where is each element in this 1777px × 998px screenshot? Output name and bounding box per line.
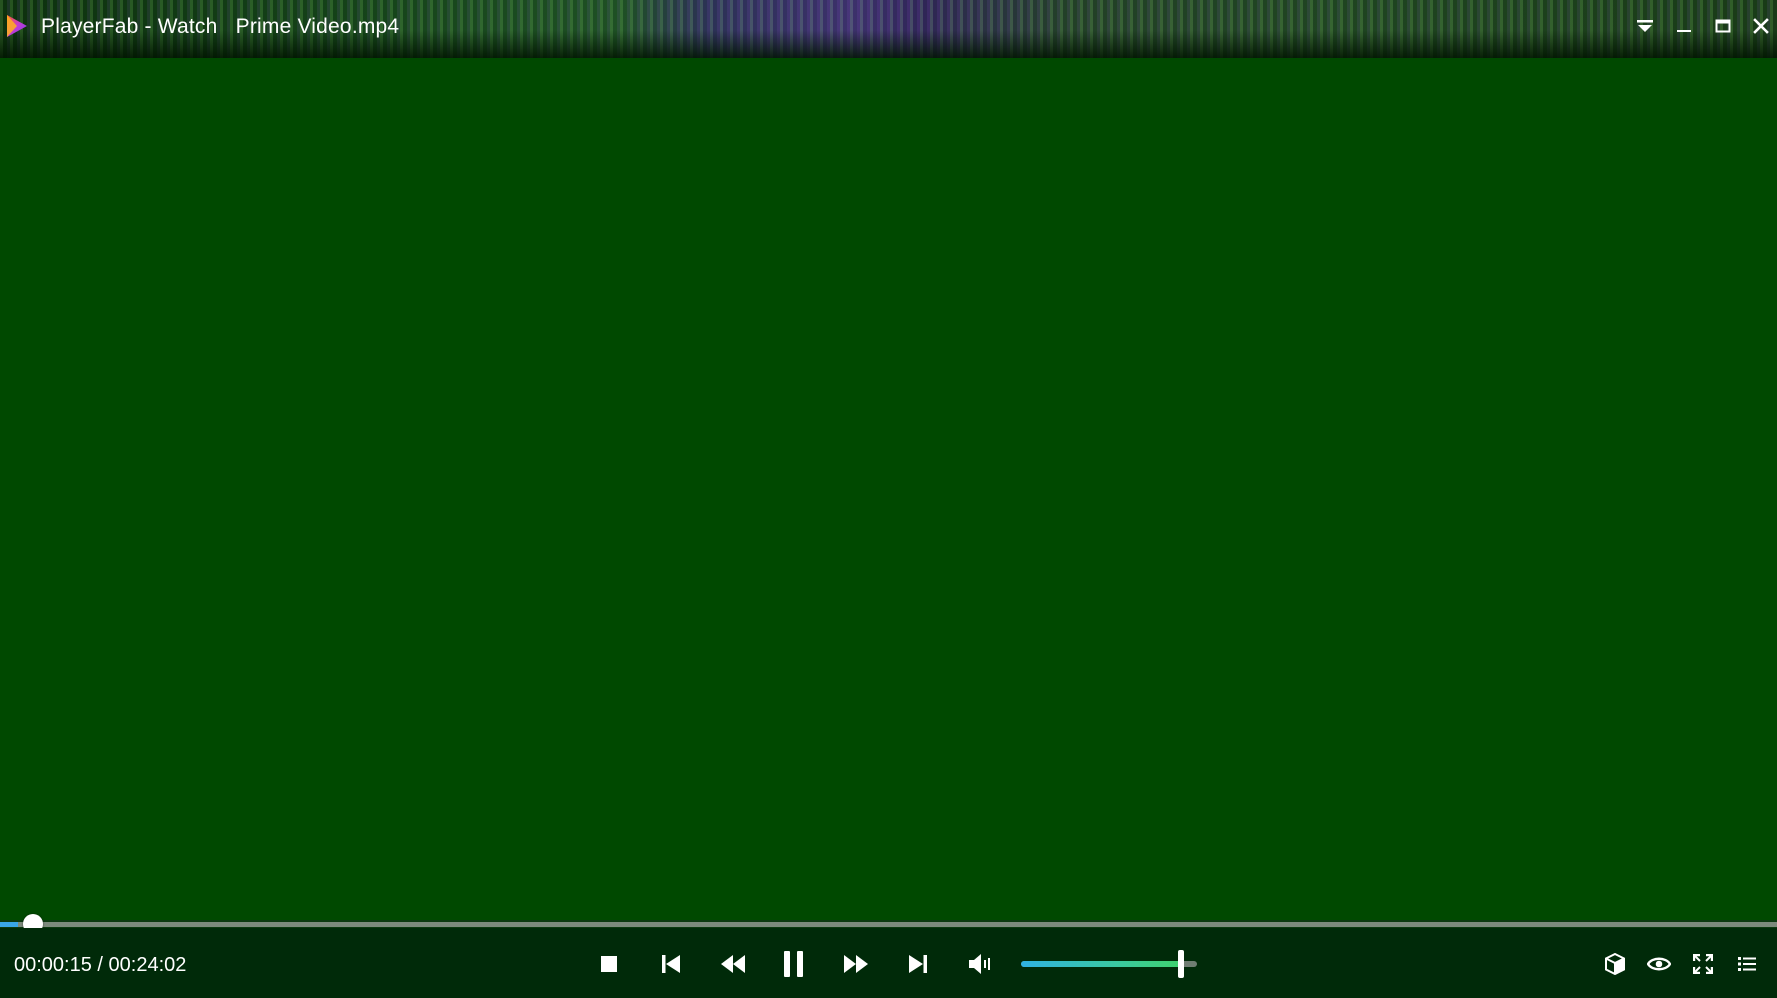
seek-bar[interactable] xyxy=(0,914,1777,934)
window-title: PlayerFab - Watch Prime Video.mp4 xyxy=(41,15,400,38)
3d-mode-button[interactable] xyxy=(1600,949,1630,979)
fast-forward-button[interactable] xyxy=(839,947,873,981)
playerfab-logo-icon xyxy=(7,15,27,37)
pause-button[interactable] xyxy=(777,947,811,981)
volume-icon xyxy=(969,954,990,974)
maximize-button[interactable] xyxy=(1709,12,1737,40)
stop-button[interactable] xyxy=(592,947,626,981)
fullscreen-icon xyxy=(1693,954,1713,974)
previous-icon xyxy=(662,955,680,973)
volume-button[interactable] xyxy=(963,947,997,981)
maximize-icon xyxy=(1715,19,1731,33)
dropdown-menu-icon xyxy=(1637,20,1653,32)
seek-track xyxy=(0,922,1777,927)
3d-box-icon xyxy=(1605,953,1625,975)
title-bar[interactable]: PlayerFab - Watch Prime Video.mp4 xyxy=(0,0,1777,58)
pause-icon xyxy=(784,951,803,977)
close-button[interactable] xyxy=(1747,12,1775,40)
volume-level xyxy=(1021,961,1181,967)
eye-protection-button[interactable] xyxy=(1644,949,1674,979)
next-icon xyxy=(909,955,927,973)
control-bar: 00:00:15 / 00:24:02 xyxy=(0,928,1777,998)
stop-icon xyxy=(601,956,617,972)
previous-button[interactable] xyxy=(654,947,688,981)
minimize-button[interactable] xyxy=(1670,12,1698,40)
minimize-icon xyxy=(1677,30,1691,32)
fullscreen-button[interactable] xyxy=(1688,949,1718,979)
seek-progress xyxy=(0,922,18,927)
time-display: 00:00:15 / 00:24:02 xyxy=(14,954,187,976)
next-button[interactable] xyxy=(901,947,935,981)
rewind-icon xyxy=(721,955,745,973)
volume-slider[interactable] xyxy=(1021,950,1197,978)
player-window: PlayerFab - Watch Prime Video.mp4 00:00:… xyxy=(0,0,1777,998)
volume-thumb[interactable] xyxy=(1178,950,1184,978)
playlist-button[interactable] xyxy=(1732,949,1762,979)
rewind-button[interactable] xyxy=(716,947,750,981)
video-display[interactable] xyxy=(0,58,1777,920)
fast-forward-icon xyxy=(844,955,868,973)
close-icon xyxy=(1753,18,1769,34)
dropdown-menu-button[interactable] xyxy=(1631,12,1659,40)
eye-icon xyxy=(1647,957,1671,971)
playlist-icon xyxy=(1738,957,1756,971)
